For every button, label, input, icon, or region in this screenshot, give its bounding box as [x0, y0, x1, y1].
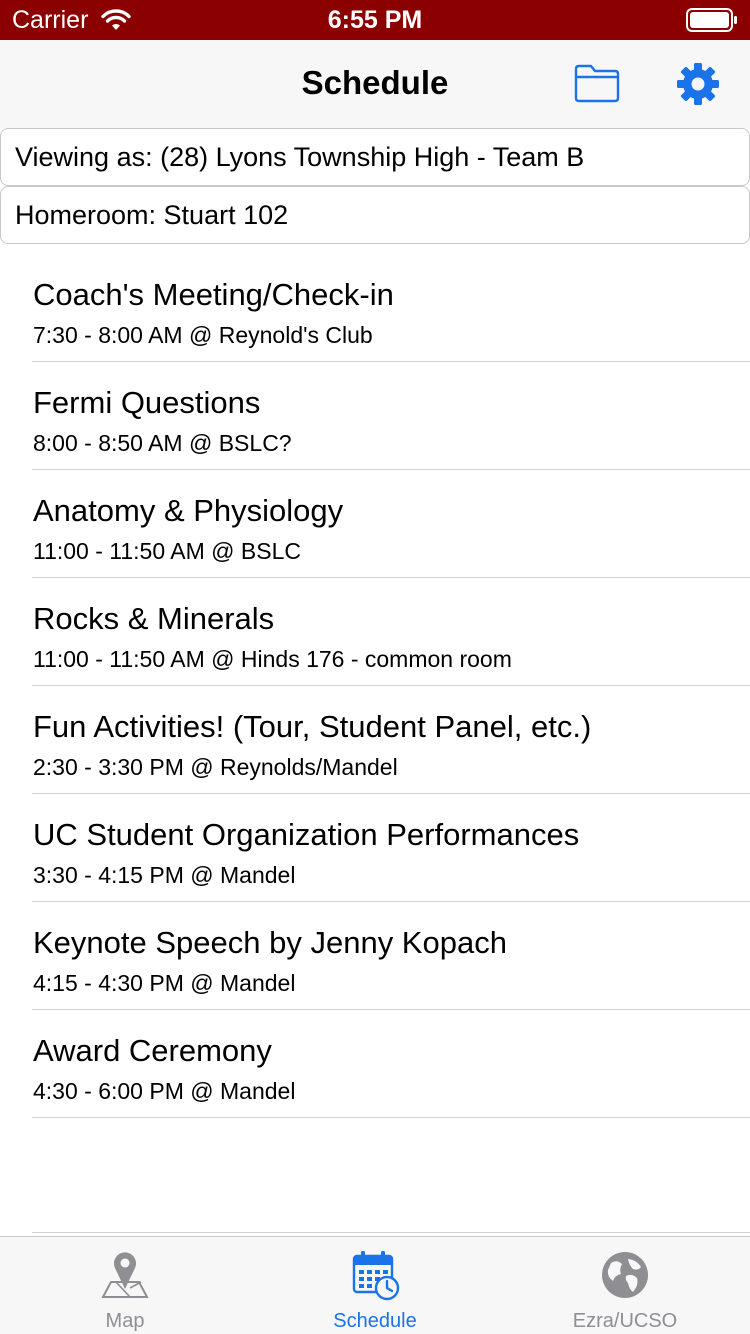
schedule-item-detail: 3:30 - 4:15 PM @ Mandel: [33, 862, 296, 888]
status-bar: Carrier 6:55 PM: [0, 0, 750, 40]
map-pin-icon: [101, 1252, 149, 1298]
schedule-item[interactable]: Award Ceremony 4:30 - 6:00 PM @ Mandel: [32, 1010, 750, 1118]
list-divider: [32, 1232, 750, 1233]
page-title: Schedule: [301, 64, 449, 101]
tab-map[interactable]: Map: [0, 1237, 250, 1334]
status-time: 6:55 PM: [327, 6, 423, 34]
schedule-list: Coach's Meeting/Check-in 7:30 - 8:00 AM …: [0, 254, 750, 1118]
homeroom-row[interactable]: Homeroom: Stuart 102: [0, 186, 750, 244]
schedule-item-title: Fermi Questions: [33, 385, 261, 420]
tab-label: Schedule: [333, 1310, 417, 1332]
schedule-item[interactable]: Keynote Speech by Jenny Kopach 4:15 - 4:…: [32, 902, 750, 1010]
tab-bar: Map Schedule Ezra/UCSO: [0, 1236, 750, 1334]
schedule-item-detail: 11:00 - 11:50 AM @ BSLC: [33, 538, 301, 564]
schedule-item-title: Anatomy & Physiology: [33, 493, 344, 528]
schedule-item[interactable]: UC Student Organization Performances 3:3…: [32, 794, 750, 902]
schedule-item-detail: 4:15 - 4:30 PM @ Mandel: [33, 970, 296, 996]
folder-icon[interactable]: [574, 63, 620, 103]
globe-icon: [602, 1252, 648, 1298]
tab-label: Ezra/UCSO: [572, 1310, 678, 1332]
navigation-bar: Schedule: [0, 40, 750, 128]
calendar-clock-icon: [352, 1251, 400, 1301]
tab-schedule[interactable]: Schedule: [250, 1237, 500, 1334]
tab-label: Map: [105, 1310, 145, 1332]
schedule-item-detail: 4:30 - 6:00 PM @ Mandel: [33, 1078, 296, 1104]
schedule-item-detail: 11:00 - 11:50 AM @ Hinds 176 - common ro…: [33, 646, 512, 672]
schedule-item[interactable]: Rocks & Minerals 11:00 - 11:50 AM @ Hind…: [32, 578, 750, 686]
schedule-item[interactable]: Coach's Meeting/Check-in 7:30 - 8:00 AM …: [32, 254, 750, 362]
schedule-item-title: UC Student Organization Performances: [33, 817, 580, 852]
schedule-item-detail: 2:30 - 3:30 PM @ Reynolds/Mandel: [33, 754, 398, 780]
schedule-item[interactable]: Anatomy & Physiology 11:00 - 11:50 AM @ …: [32, 470, 750, 578]
schedule-item-title: Fun Activities! (Tour, Student Panel, et…: [33, 709, 592, 744]
tab-ezra-ucso[interactable]: Ezra/UCSO: [500, 1237, 750, 1334]
schedule-item[interactable]: Fermi Questions 8:00 - 8:50 AM @ BSLC?: [32, 362, 750, 470]
gear-icon[interactable]: [676, 62, 720, 106]
schedule-item-detail: 8:00 - 8:50 AM @ BSLC?: [33, 430, 292, 456]
schedule-item-title: Coach's Meeting/Check-in: [33, 277, 394, 312]
schedule-item-title: Award Ceremony: [33, 1033, 272, 1068]
battery-icon: [686, 8, 737, 32]
schedule-item-title: Keynote Speech by Jenny Kopach: [33, 925, 507, 960]
viewing-as-row[interactable]: Viewing as: (28) Lyons Township High - T…: [0, 128, 750, 186]
schedule-item[interactable]: Fun Activities! (Tour, Student Panel, et…: [32, 686, 750, 794]
schedule-item-detail: 7:30 - 8:00 AM @ Reynold's Club: [33, 322, 373, 348]
schedule-item-title: Rocks & Minerals: [33, 601, 275, 636]
